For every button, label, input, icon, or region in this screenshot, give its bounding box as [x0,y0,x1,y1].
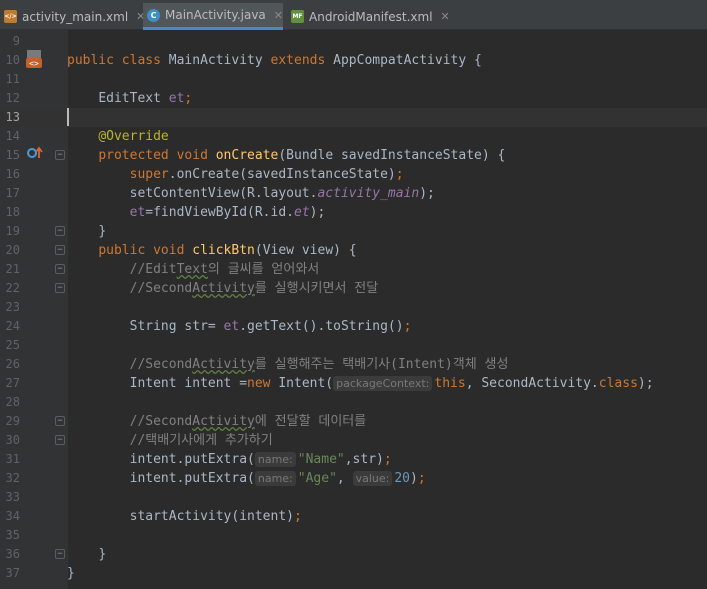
line-number: 26 [5,357,20,371]
java-class-icon: C [147,8,160,22]
svg-text:<>: <> [29,59,39,68]
code-line: EditText et; [98,91,193,106]
line-number: 11 [5,72,20,86]
fold-marker[interactable]: − [55,283,65,293]
line-number: 14 [5,129,20,143]
code-line: String str= et.getText().toString(); [129,319,412,334]
line-number: 9 [12,34,20,48]
line-number: 28 [5,395,20,409]
fold-marker[interactable]: − [55,416,65,426]
code-line: @Override [98,129,169,144]
editor-tab-bar: </> activity_main.xml ✕ C MainActivity.j… [0,0,707,30]
override-method-icon[interactable] [27,146,44,160]
code-comment: //SecondActivity에 전달할 데이터를 [129,414,367,429]
line-number: 24 [5,319,20,333]
code-line: et=findViewById(R.id.et); [129,205,326,220]
line-number: 23 [5,300,20,314]
tab-label: MainActivity.java [165,8,266,22]
tab-label: AndroidManifest.xml [309,9,433,24]
line-number: 12 [5,91,20,105]
current-line-highlight [0,108,707,127]
line-number: 27 [5,376,20,390]
tab-main-activity-java[interactable]: C MainActivity.java ✕ [143,3,283,30]
fold-marker[interactable]: − [55,226,65,236]
tab-activity-main-xml[interactable]: </> activity_main.xml ✕ [0,3,145,30]
code-line: public class MainActivity extends AppCom… [67,53,482,68]
fold-marker[interactable]: − [55,245,65,255]
fold-marker[interactable]: − [55,435,65,445]
tab-android-manifest-xml[interactable]: MF AndroidManifest.xml ✕ [287,3,450,30]
line-number: 29 [5,414,20,428]
parameter-hint: value: [352,471,393,486]
code-line: } [98,224,107,239]
code-line: } [98,547,107,562]
code-comment: //SecondActivity를 실행시키면서 전달 [129,281,379,296]
line-number-current: 13 [5,110,20,124]
fold-marker[interactable]: − [55,264,65,274]
parameter-hint: packageContext: [333,376,433,391]
code-comment: //EditText의 글씨를 얻어와서 [129,262,320,277]
line-number: 16 [5,167,20,181]
fold-marker[interactable]: − [55,549,65,559]
code-line: startActivity(intent); [129,509,302,524]
line-number: 31 [5,452,20,466]
line-number: 19 [5,224,20,238]
line-number: 22 [5,281,20,295]
code-line: intent.putExtra(name: "Name",str); [129,452,392,467]
line-number: 25 [5,338,20,352]
code-line: super.onCreate(savedInstanceState); [129,167,404,182]
code-line: setContentView(R.layout.activity_main); [129,186,435,201]
line-number: 32 [5,471,20,485]
manifest-file-icon: MF [291,10,304,23]
code-line: intent.putExtra(name: "Age", value: 20); [129,471,426,486]
code-line: } [67,566,75,581]
text-cursor [67,108,69,126]
line-number: 36 [5,547,20,561]
fold-marker[interactable]: − [55,150,65,160]
parameter-hint: name: [254,452,296,467]
line-number: 17 [5,186,20,200]
code-line: protected void onCreate(Bundle savedInst… [98,148,506,163]
close-icon[interactable]: ✕ [441,10,450,23]
line-number: 34 [5,509,20,523]
line-number: 37 [5,566,20,580]
line-number: 10 [5,53,20,67]
code-line: Intent intent =new Intent(packageContext… [129,376,654,391]
line-number: 21 [5,262,20,276]
xml-file-icon: </> [4,10,17,23]
android-class-icon[interactable]: <> [26,50,44,70]
line-number: 18 [5,205,20,219]
line-number: 33 [5,490,20,504]
code-line: public void clickBtn(View view) { [98,243,357,258]
code-comment: //SecondActivity를 실행해주는 택배기사(Intent)객체 생… [129,357,509,372]
line-number: 15 [5,148,20,162]
line-number: 35 [5,528,20,542]
line-number: 30 [5,433,20,447]
code-comment: //택배기사에게 추가하기 [129,433,273,448]
close-icon[interactable]: ✕ [274,9,283,22]
parameter-hint: name: [254,471,296,486]
tab-label: activity_main.xml [22,9,129,24]
line-number: 20 [5,243,20,257]
